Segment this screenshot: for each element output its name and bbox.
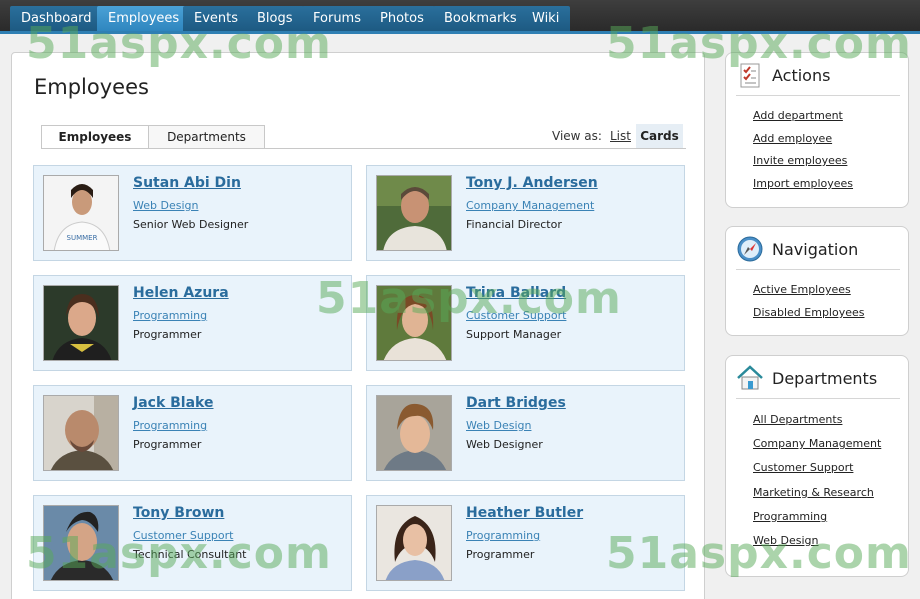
employee-card: Trina Ballard Customer Support Support M… <box>366 275 685 371</box>
main-content-panel: Employees Employees Departments View as:… <box>11 52 705 599</box>
checklist-icon <box>736 61 764 89</box>
employee-card: SUMMER Sutan Abi Din Web Design Senior W… <box>33 165 352 261</box>
subtab-departments[interactable]: Departments <box>148 125 265 148</box>
employee-photo[interactable] <box>43 285 119 361</box>
compass-icon <box>736 235 764 263</box>
employee-job-title: Programmer <box>133 438 202 451</box>
employee-card: Dart Bridges Web Design Web Designer <box>366 385 685 481</box>
navigation-panel: Navigation Active Employees Disabled Emp… <box>725 226 909 336</box>
tab-forums[interactable]: Forums <box>302 6 372 31</box>
marketing-research-link[interactable]: Marketing & Research <box>753 486 874 499</box>
invite-employees-link[interactable]: Invite employees <box>753 154 847 167</box>
employee-photo[interactable] <box>376 505 452 581</box>
add-employee-link[interactable]: Add employee <box>753 132 832 145</box>
employee-department-link[interactable]: Web Design <box>466 419 531 432</box>
departments-title: Departments <box>772 369 878 388</box>
disabled-employees-link[interactable]: Disabled Employees <box>753 306 865 319</box>
customer-support-link[interactable]: Customer Support <box>753 461 853 474</box>
actions-divider <box>736 95 900 96</box>
employee-card: Helen Azura Programming Programmer <box>33 275 352 371</box>
employee-department-link[interactable]: Programming <box>133 309 207 322</box>
employee-job-title: Support Manager <box>466 328 562 341</box>
employee-job-title: Financial Director <box>466 218 562 231</box>
employee-job-title: Programmer <box>133 328 202 341</box>
tab-events[interactable]: Events <box>183 6 250 31</box>
employee-job-title: Programmer <box>466 548 535 561</box>
employee-department-link[interactable]: Programming <box>133 419 207 432</box>
departments-panel: Departments All Departments Company Mana… <box>725 355 909 577</box>
employee-name-link[interactable]: Heather Butler <box>466 505 583 521</box>
view-as-label: View as: <box>552 129 602 143</box>
svg-text:SUMMER: SUMMER <box>67 234 98 242</box>
employee-department-link[interactable]: Customer Support <box>133 529 233 542</box>
employee-name-link[interactable]: Sutan Abi Din <box>133 175 241 191</box>
tab-wiki[interactable]: Wiki <box>521 6 571 31</box>
tab-photos[interactable]: Photos <box>369 6 435 31</box>
employee-name-link[interactable]: Trina Ballard <box>466 285 566 301</box>
employee-department-link[interactable]: Customer Support <box>466 309 566 322</box>
actions-title: Actions <box>772 66 831 85</box>
employee-photo[interactable] <box>43 505 119 581</box>
employee-department-link[interactable]: Company Management <box>466 199 594 212</box>
tab-dashboard[interactable]: Dashboard <box>10 6 103 31</box>
employee-job-title: Web Designer <box>466 438 543 451</box>
employee-card: Tony J. Andersen Company Management Fina… <box>366 165 685 261</box>
subtab-employees[interactable]: Employees <box>41 125 149 149</box>
employee-name-link[interactable]: Tony Brown <box>133 505 224 521</box>
view-list-link[interactable]: List <box>610 129 631 143</box>
navigation-title: Navigation <box>772 240 859 259</box>
employee-name-link[interactable]: Dart Bridges <box>466 395 566 411</box>
employee-photo[interactable] <box>43 395 119 471</box>
employee-card: Tony Brown Customer Support Technical Co… <box>33 495 352 591</box>
departments-divider <box>736 398 900 399</box>
employee-photo[interactable] <box>376 285 452 361</box>
page-title: Employees <box>34 75 149 99</box>
import-employees-link[interactable]: Import employees <box>753 177 853 190</box>
tab-employees[interactable]: Employees <box>97 6 191 31</box>
employee-department-link[interactable]: Programming <box>466 529 540 542</box>
add-department-link[interactable]: Add department <box>753 109 843 122</box>
all-departments-link[interactable]: All Departments <box>753 413 842 426</box>
employee-job-title: Technical Consultant <box>133 548 247 561</box>
employee-name-link[interactable]: Jack Blake <box>133 395 214 411</box>
actions-panel: Actions Add department Add employee Invi… <box>725 52 909 208</box>
navigation-divider <box>736 269 900 270</box>
tab-divider <box>41 148 686 149</box>
employee-department-link[interactable]: Web Design <box>133 199 198 212</box>
employee-name-link[interactable]: Tony J. Andersen <box>466 175 598 191</box>
house-icon <box>736 364 764 392</box>
employee-card: Jack Blake Programming Programmer <box>33 385 352 481</box>
programming-link[interactable]: Programming <box>753 510 827 523</box>
tab-blogs[interactable]: Blogs <box>246 6 304 31</box>
tab-bookmarks[interactable]: Bookmarks <box>433 6 528 31</box>
employee-card: Heather Butler Programming Programmer <box>366 495 685 591</box>
web-design-link[interactable]: Web Design <box>753 534 818 547</box>
employee-name-link[interactable]: Helen Azura <box>133 285 229 301</box>
employee-photo[interactable] <box>376 175 452 251</box>
employee-job-title: Senior Web Designer <box>133 218 249 231</box>
active-employees-link[interactable]: Active Employees <box>753 283 851 296</box>
view-cards-button[interactable]: Cards <box>636 124 683 148</box>
employee-photo[interactable]: SUMMER <box>43 175 119 251</box>
employee-photo[interactable] <box>376 395 452 471</box>
company-management-link[interactable]: Company Management <box>753 437 881 450</box>
top-navigation-bar: Dashboard Employees Events Blogs Forums … <box>0 0 920 34</box>
